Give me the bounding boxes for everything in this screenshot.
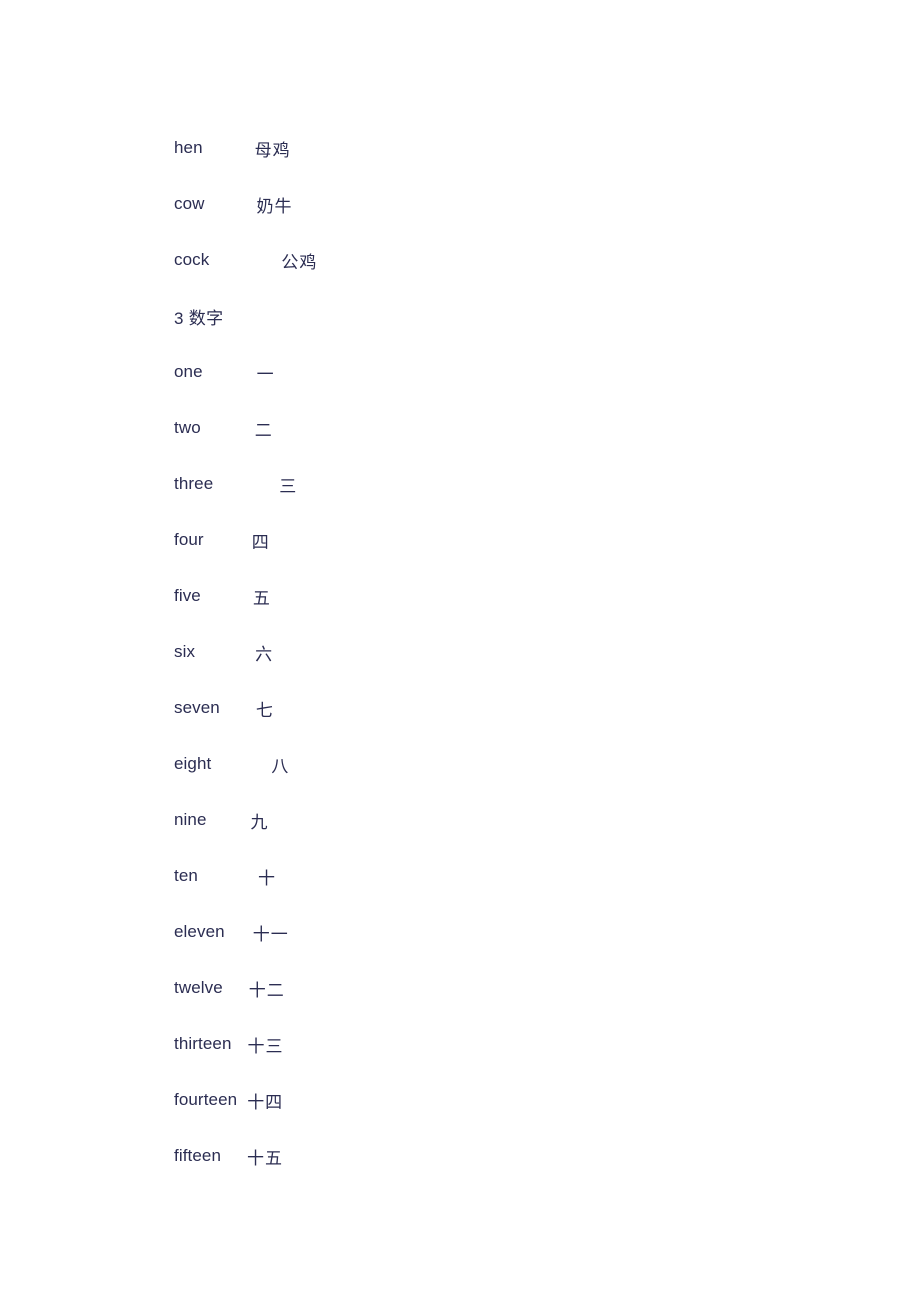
entry-gloss-chinese: 六 <box>255 644 274 664</box>
vocabulary-entry: ten 十 <box>174 848 874 904</box>
vocabulary-entry: fifteen 十五 <box>174 1128 874 1184</box>
entry-gloss-chinese: 五 <box>252 588 271 608</box>
entry-gloss-chinese: 母鸡 <box>254 140 291 160</box>
vocabulary-entry: cock 公鸡 <box>174 232 874 288</box>
entry-gloss-chinese: 十三 <box>247 1036 284 1056</box>
entry-gloss-chinese: 八 <box>271 756 290 776</box>
entry-gloss-chinese: 九 <box>250 812 269 832</box>
entry-term-english: cock <box>174 250 210 269</box>
vocabulary-entry: three 三 <box>174 456 874 512</box>
entry-gloss-chinese: 奶牛 <box>256 196 293 216</box>
entry-term-english: twelve <box>174 978 223 997</box>
vocabulary-entry: fourteen 十四 <box>174 1072 874 1128</box>
entry-gloss-chinese: 十一 <box>252 924 289 944</box>
entry-term-english: six <box>174 642 196 661</box>
vocabulary-entry: thirteen 十三 <box>174 1016 874 1072</box>
entry-term-english: two <box>174 418 201 437</box>
vocabulary-entry: five 五 <box>174 568 874 624</box>
vocabulary-entry: eight 八 <box>174 736 874 792</box>
document-page: hen 母鸡 cow 奶牛 cock 公鸡 3 数字 one 一 two 二 three 三 four 四 f… <box>0 0 920 1302</box>
entry-gloss-chinese: 三 <box>279 476 298 496</box>
entry-term-english: eight <box>174 754 212 773</box>
entry-term-english: hen <box>174 138 203 157</box>
entry-term-english: fifteen <box>174 1146 222 1165</box>
entry-term-english: ten <box>174 866 198 885</box>
vocabulary-entry: nine 九 <box>174 792 874 848</box>
entry-gloss-chinese: 十二 <box>248 980 285 1000</box>
vocabulary-entry: hen 母鸡 <box>174 120 874 176</box>
section-heading-text: 3 数字 <box>174 308 224 328</box>
vocabulary-entry: eleven 十一 <box>174 904 874 960</box>
entry-term-english: fourteen <box>174 1090 238 1109</box>
entry-term-english: five <box>174 586 201 605</box>
entry-gloss-chinese: 一 <box>256 364 275 384</box>
entry-term-english: four <box>174 530 204 549</box>
entry-term-english: cow <box>174 194 205 213</box>
vocabulary-entry: two 二 <box>174 400 874 456</box>
entry-gloss-chinese: 七 <box>255 700 274 720</box>
vocabulary-entry: seven 七 <box>174 680 874 736</box>
entry-gloss-chinese: 四 <box>251 532 270 552</box>
entry-term-english: three <box>174 474 214 493</box>
entry-gloss-chinese: 十五 <box>247 1148 284 1168</box>
section-heading: 3 数字 <box>174 288 874 344</box>
entry-gloss-chinese: 二 <box>254 420 273 440</box>
vocabulary-entry: six 六 <box>174 624 874 680</box>
vocabulary-entry: twelve 十二 <box>174 960 874 1016</box>
entry-term-english: thirteen <box>174 1034 232 1053</box>
entry-gloss-chinese: 公鸡 <box>281 252 318 272</box>
vocabulary-list: hen 母鸡 cow 奶牛 cock 公鸡 3 数字 one 一 two 二 three 三 four 四 f… <box>174 120 874 1184</box>
entry-gloss-chinese: 十 <box>257 868 276 888</box>
entry-gloss-chinese: 十四 <box>247 1092 284 1112</box>
entry-term-english: eleven <box>174 922 225 941</box>
vocabulary-entry: one 一 <box>174 344 874 400</box>
entry-term-english: nine <box>174 810 207 829</box>
entry-term-english: seven <box>174 698 220 717</box>
vocabulary-entry: four 四 <box>174 512 874 568</box>
vocabulary-entry: cow 奶牛 <box>174 176 874 232</box>
entry-term-english: one <box>174 362 203 381</box>
